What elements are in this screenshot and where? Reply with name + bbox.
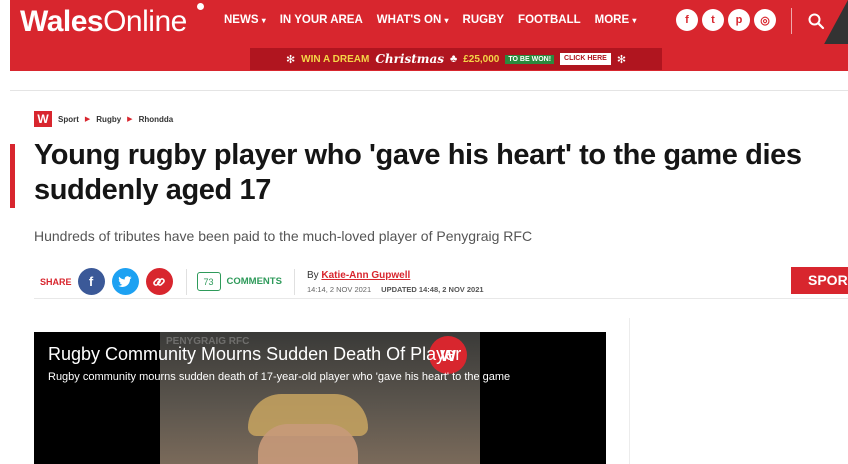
logo-online: Online	[103, 5, 187, 38]
link-icon	[153, 277, 165, 286]
byline-by: By	[306, 269, 319, 281]
nav-rugby-label: RUGBY	[462, 14, 505, 26]
tree-icon: ♣	[450, 53, 458, 65]
breadcrumb-rhondda[interactable]: Rhondda	[139, 115, 174, 124]
comment-count-badge[interactable]: 73	[196, 272, 221, 291]
logo-dot	[197, 3, 204, 10]
chevron-down-icon: ▾	[632, 16, 637, 25]
twitter-icon[interactable]: t	[702, 9, 724, 31]
byline-author-row: By Katie-Ann Gupwell	[307, 270, 484, 281]
breadcrumb-sport[interactable]: Sport	[58, 115, 79, 124]
video-subject-face	[258, 424, 358, 464]
header-divider	[791, 8, 792, 34]
share-link-button[interactable]	[145, 268, 173, 295]
logo-wales: Wales	[20, 5, 104, 38]
nav-in-your-area-label: IN YOUR AREA	[279, 14, 363, 26]
updated-time: UPDATED 14:48, 2 NOV 2021	[381, 284, 484, 294]
walesonline-badge-icon[interactable]: W	[34, 111, 52, 127]
banner-win: WIN A DREAM	[301, 53, 370, 65]
sport-section-tab[interactable]: SPOR	[791, 267, 848, 294]
banner-cta[interactable]: CLICK HERE	[560, 53, 611, 65]
breadcrumb-rugby[interactable]: Rugby	[96, 115, 121, 124]
breadcrumb: W Sport ▶ Rugby ▶ Rhondda	[34, 111, 173, 127]
nav-news[interactable]: NEWS ▾	[224, 14, 266, 26]
banner-amount: £25,000	[463, 53, 500, 65]
site-header: WalesOnline NEWS ▾ IN YOUR AREA WHAT'S O…	[10, 0, 848, 44]
banner-christmas: Christmas	[375, 52, 444, 66]
article-standfirst: Hundreds of tributes have been paid to t…	[34, 228, 533, 244]
video-subtitle: Rugby community mourns sudden death of 1…	[48, 371, 511, 383]
chevron-right-icon: ▶	[84, 116, 91, 123]
video-player[interactable]: PENYGRAIG RFC w Rugby Community Mourns S…	[34, 332, 606, 464]
video-title: Rugby Community Mourns Sudden Death Of P…	[48, 344, 462, 364]
instagram-icon[interactable]: ◎	[754, 9, 776, 31]
article-headline: Young rugby player who 'gave his heart' …	[34, 139, 802, 206]
share-facebook-button[interactable]: f	[77, 268, 105, 295]
nav-football-label: FOOTBALL	[518, 14, 581, 26]
main-nav: NEWS ▾ IN YOUR AREA WHAT'S ON ▾ RUGBY FO…	[224, 14, 636, 26]
meta-divider	[185, 268, 187, 295]
chevron-right-icon: ▶	[127, 116, 133, 123]
share-twitter-button[interactable]	[111, 268, 139, 295]
facebook-icon: f	[88, 274, 94, 289]
banner-tag: TO BE WON!	[505, 54, 555, 64]
article-meta-row: SHARE f 73 COMMENTS By Katie-Ann Gupwell…	[40, 268, 484, 295]
share-label: SHARE	[40, 276, 72, 287]
headline-accent-bar	[10, 144, 15, 208]
nav-football[interactable]: FOOTBALL	[518, 14, 581, 26]
chevron-down-icon: ▾	[444, 16, 449, 25]
site-logo[interactable]: WalesOnline	[20, 5, 187, 39]
nav-whats-on[interactable]: WHAT'S ON ▾	[377, 14, 449, 26]
nav-whats-on-label: WHAT'S ON	[376, 14, 442, 26]
nav-more[interactable]: MORE ▾	[595, 14, 637, 26]
nav-rugby[interactable]: RUGBY	[463, 14, 505, 26]
nav-more-label: MORE	[594, 14, 630, 26]
chevron-down-icon: ▾	[261, 16, 266, 25]
author-link[interactable]: Katie-Ann Gupwell	[321, 270, 410, 281]
snowflake-icon: ✻	[285, 53, 296, 66]
meta-rule	[34, 298, 848, 299]
social-links: f t p ◎	[676, 9, 776, 31]
published-time: 14:14, 2 NOV 2021	[306, 284, 372, 294]
sidebar-divider	[629, 318, 630, 464]
nav-in-your-area[interactable]: IN YOUR AREA	[280, 14, 363, 26]
pinterest-icon[interactable]: p	[728, 9, 750, 31]
byline: By Katie-Ann Gupwell 14:14, 2 NOV 2021 UP…	[307, 270, 484, 294]
twitter-bird-icon	[118, 275, 132, 287]
comments-link[interactable]: COMMENTS	[227, 276, 282, 287]
snowflake-icon: ✻	[616, 53, 627, 66]
facebook-icon[interactable]: f	[676, 9, 698, 31]
nav-news-label: NEWS	[224, 14, 259, 26]
meta-divider	[293, 268, 295, 295]
header-rule	[10, 90, 848, 91]
christmas-promo-banner[interactable]: ✻ WIN A DREAM Christmas ♣ £25,000 TO BE …	[250, 48, 662, 70]
byline-dates: 14:14, 2 NOV 2021 UPDATED 14:48, 2 NOV 20…	[307, 285, 484, 294]
search-icon[interactable]	[807, 12, 825, 30]
